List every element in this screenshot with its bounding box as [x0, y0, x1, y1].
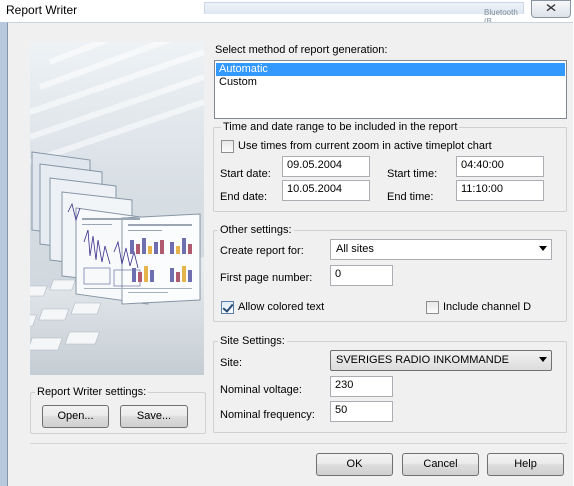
nominal-voltage-label: Nominal voltage:	[220, 384, 302, 396]
chevron-down-icon	[539, 357, 547, 362]
create-for-dropdown[interactable]: All sites	[330, 239, 552, 260]
end-time-field[interactable]: 11:10:00	[456, 180, 544, 201]
create-for-label: Create report for:	[220, 245, 304, 257]
method-option-custom[interactable]: Custom	[216, 76, 565, 89]
background-window-tab	[204, 2, 524, 14]
first-page-label: First page number:	[220, 272, 313, 284]
include-channel-checkbox[interactable]	[426, 301, 439, 314]
time-range-legend: Time and date range to be included in th…	[221, 121, 460, 133]
other-settings-legend: Other settings:	[218, 224, 294, 236]
start-time-label: Start time:	[387, 168, 438, 180]
help-button[interactable]: Help	[487, 453, 564, 476]
window-title: Report Writer	[6, 3, 78, 17]
start-date-field[interactable]: 09.05.2004	[282, 156, 370, 177]
colored-text-checkbox[interactable]	[221, 301, 234, 314]
reports-on-keyboard-image	[30, 42, 204, 375]
nominal-frequency-field[interactable]: 50	[330, 401, 393, 422]
start-time-field[interactable]: 04:40:00	[456, 156, 544, 177]
nominal-frequency-label: Nominal frequency:	[220, 409, 315, 421]
nominal-voltage-field[interactable]: 230	[330, 376, 393, 397]
site-label: Site:	[220, 357, 243, 369]
title-bar: Report Writer Bluetooth (B... ✕	[0, 0, 574, 26]
close-icon: ✕	[544, 1, 558, 15]
colored-text-label: Allow colored text	[238, 301, 325, 313]
first-page-field[interactable]: 0	[330, 265, 393, 286]
close-button[interactable]: ✕	[531, 0, 571, 18]
open-button[interactable]: Open...	[42, 405, 109, 428]
chevron-down-icon	[539, 246, 547, 251]
method-label: Select method of report generation:	[215, 44, 388, 56]
report-illustration	[30, 42, 204, 375]
report-writer-settings-legend: Report Writer settings:	[35, 386, 149, 398]
include-channel-label: Include channel D	[443, 301, 532, 313]
site-settings-legend: Site Settings:	[218, 335, 287, 347]
ok-button[interactable]: OK	[316, 453, 393, 476]
site-value: SVERIGES RADIO INKOMMANDE	[336, 354, 509, 366]
use-zoom-label: Use times from current zoom in active ti…	[238, 140, 492, 152]
end-time-label: End time:	[387, 191, 434, 203]
start-date-label: Start date:	[220, 168, 271, 180]
create-for-value: All sites	[336, 243, 374, 255]
method-listbox[interactable]: Automatic Custom	[214, 60, 567, 119]
footer-separator	[30, 443, 567, 444]
site-dropdown[interactable]: SVERIGES RADIO INKOMMANDE	[330, 350, 552, 371]
method-option-automatic[interactable]: Automatic	[216, 63, 565, 76]
window-frame	[0, 22, 7, 486]
end-date-field[interactable]: 10.05.2004	[282, 180, 370, 201]
save-button[interactable]: Save...	[120, 405, 188, 428]
end-date-label: End date:	[220, 191, 268, 203]
background-window-tab-label: Bluetooth (B...	[484, 8, 518, 26]
use-zoom-checkbox[interactable]	[221, 140, 234, 153]
cancel-button[interactable]: Cancel	[402, 453, 479, 476]
